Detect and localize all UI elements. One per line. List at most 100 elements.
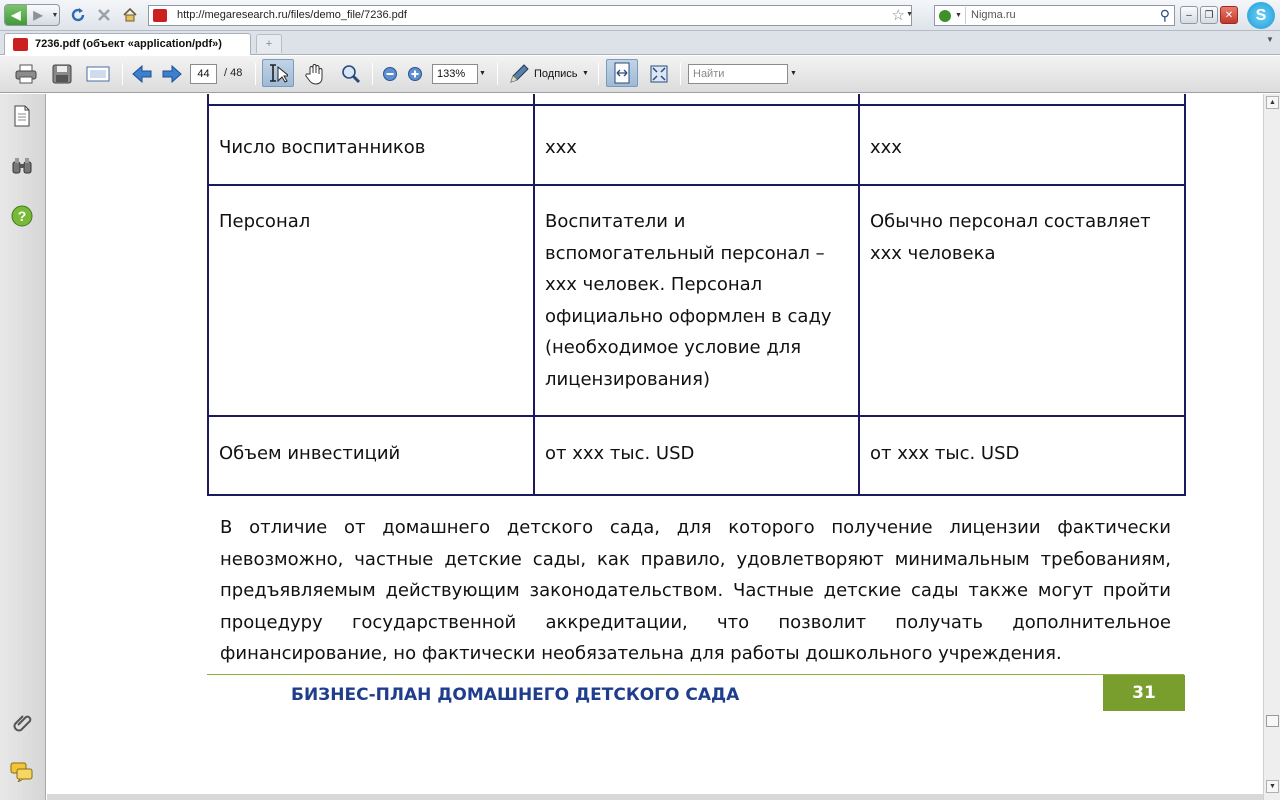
scrollbar-thumb[interactable] [1266, 715, 1279, 727]
find-input[interactable]: Найти [688, 64, 788, 84]
bookmark-star-icon[interactable]: ☆ [892, 6, 905, 24]
pdf-tab-icon [13, 38, 28, 51]
home-button[interactable] [120, 5, 140, 25]
back-forward-group: ◀ ▶ ▼ [4, 4, 60, 26]
fit-width-button[interactable] [606, 59, 638, 87]
save-button[interactable] [48, 62, 76, 86]
zoom-dropdown-button[interactable]: ▼ [479, 70, 486, 77]
next-page-button[interactable] [160, 62, 184, 86]
table-cell-label: Объем инвестиций [207, 415, 535, 496]
document-viewport[interactable]: Число воспитанников xxx xxx Персонал Вос… [47, 94, 1259, 794]
table-cell-value: Обычно персонал составляет xxx человека [858, 184, 1186, 417]
close-button[interactable]: ✕ [1220, 6, 1238, 24]
table-cell-label: Персонал [207, 184, 535, 417]
forward-button[interactable]: ▶ [28, 5, 48, 25]
page-number-input[interactable]: 44 [190, 64, 217, 84]
fit-page-width-icon [614, 62, 630, 84]
paperclip-icon [13, 715, 32, 732]
sign-dropdown-button[interactable]: ▼ [582, 70, 589, 77]
search-engine-icon [939, 9, 951, 22]
printer-icon [15, 64, 37, 84]
sign-label[interactable]: Подпись [534, 68, 578, 80]
find-dropdown-button[interactable]: ▼ [790, 70, 797, 77]
search-panel-button[interactable] [10, 154, 34, 178]
scroll-down-icon[interactable]: ▼ [1266, 780, 1279, 793]
table-cell-value [858, 94, 1186, 106]
pdf-toolbar: 44 / 48 133% ▼ Подпись ▼ Найти ▼ [0, 56, 1280, 93]
arrow-right-icon [162, 65, 182, 83]
footer-title: БИЗНЕС-ПЛАН ДОМАШНЕГО ДЕТСКОГО САДА [291, 685, 740, 705]
search-input[interactable]: Nigma.ru [971, 9, 1016, 21]
separator [372, 63, 373, 85]
scroll-up-icon[interactable]: ▲ [1266, 96, 1279, 109]
table-row: Число воспитанников xxx xxx [207, 104, 1186, 186]
back-button[interactable]: ◀ [5, 5, 27, 25]
pen-icon [510, 64, 529, 83]
back-arrow-icon: ◀ [11, 8, 21, 22]
table-cell-value: от xxx тыс. USD [533, 415, 860, 496]
address-text[interactable]: http://megaresearch.ru/files/demo_file/7… [177, 9, 407, 21]
save-disk-icon [52, 64, 72, 84]
table-cell-label: Число воспитанников [207, 104, 535, 186]
email-icon [86, 66, 110, 82]
hand-icon [305, 64, 323, 85]
zoom-in-icon [408, 67, 422, 81]
forward-arrow-icon: ▶ [33, 8, 43, 22]
help-button[interactable]: ? [10, 204, 34, 228]
tab-strip: 7236.pdf (объект «application/pdf») + ▼ [0, 31, 1280, 55]
stop-button[interactable] [94, 5, 114, 25]
stop-icon [98, 9, 110, 21]
address-dropdown-button[interactable]: ▼ [906, 11, 913, 18]
footer-divider [207, 674, 1184, 675]
table-cell-value: от xxx тыс. USD [858, 415, 1186, 496]
tab-pdf-document[interactable]: 7236.pdf (объект «application/pdf») [4, 33, 251, 55]
pages-panel-button[interactable] [10, 104, 34, 128]
table-cell-value: xxx [533, 104, 860, 186]
tab-label: 7236.pdf (объект «application/pdf») [35, 38, 222, 50]
separator [122, 63, 123, 85]
new-tab-button[interactable]: + [256, 34, 282, 53]
print-button[interactable] [12, 62, 40, 86]
reload-button[interactable] [68, 5, 88, 25]
arrow-left-icon [132, 65, 152, 83]
address-bar[interactable]: http://megaresearch.ru/files/demo_file/7… [148, 5, 913, 26]
table-cell-label [207, 94, 535, 106]
search-engine-selector[interactable]: ▼ [936, 7, 966, 24]
select-tool-button[interactable] [262, 59, 294, 87]
attachments-button[interactable] [10, 710, 34, 734]
separator [680, 63, 681, 85]
pdf-favicon-icon [153, 9, 167, 22]
help-question-icon: ? [11, 205, 33, 227]
vertical-scrollbar[interactable]: ▲ ▼ [1263, 94, 1280, 800]
search-bar[interactable]: ▼ Nigma.ru ⚲ [934, 5, 1175, 26]
separator [497, 63, 498, 85]
navigation-toolbar: ◀ ▶ ▼ http://megaresearch.ru/files/demo_… [0, 0, 1280, 31]
table-row: Объем инвестиций от xxx тыс. USD от xxx … [207, 415, 1186, 496]
search-icon[interactable]: ⚲ [1160, 7, 1170, 24]
skype-icon[interactable]: S [1247, 2, 1275, 29]
history-dropdown-button[interactable]: ▼ [50, 5, 60, 25]
email-button[interactable] [84, 62, 112, 86]
page-thumbnails-icon [14, 105, 30, 127]
pdf-side-panel: ? [0, 94, 46, 800]
restore-button[interactable]: ❐ [1200, 6, 1218, 24]
table-cell-value: Воспитатели и вспомогательный персонал –… [533, 184, 860, 417]
reload-icon [71, 8, 85, 22]
zoom-level-input[interactable]: 133% [432, 64, 478, 84]
marquee-zoom-button[interactable] [338, 62, 364, 86]
zoom-in-button[interactable] [405, 62, 425, 86]
sign-button[interactable] [506, 62, 532, 86]
separator [255, 63, 256, 85]
svg-text:?: ? [18, 208, 27, 224]
page-total: / 48 [224, 67, 243, 79]
comments-button[interactable] [10, 760, 34, 784]
text-select-cursor-icon [270, 64, 288, 83]
tab-list-chevron-icon[interactable]: ▼ [1266, 35, 1274, 44]
full-screen-button[interactable] [646, 62, 672, 86]
minimize-button[interactable]: – [1180, 6, 1198, 24]
comparison-table: Число воспитанников xxx xxx Персонал Вос… [207, 94, 1186, 496]
hand-tool-button[interactable] [302, 62, 328, 86]
zoom-out-icon [383, 67, 397, 81]
previous-page-button[interactable] [130, 62, 154, 86]
zoom-out-button[interactable] [380, 62, 400, 86]
